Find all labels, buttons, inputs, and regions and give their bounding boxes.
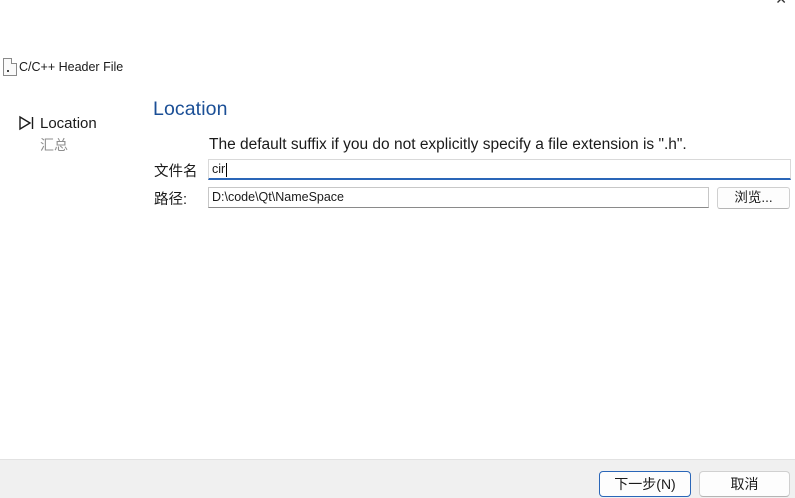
cancel-button[interactable]: 取消	[699, 471, 790, 497]
path-value: D:\code\Qt\NameSpace	[212, 190, 345, 204]
page-title: Location	[153, 98, 228, 120]
next-button[interactable]: 下一步(N)	[599, 471, 691, 497]
path-input[interactable]: D:\code\Qt\NameSpace	[208, 187, 709, 208]
step-summary[interactable]: 汇总	[18, 134, 97, 156]
wizard-steps: Location 汇总	[18, 112, 97, 156]
step-location-label: Location	[40, 114, 97, 132]
step-location[interactable]: Location	[18, 112, 97, 134]
filename-input[interactable]: cir	[208, 159, 791, 180]
close-icon[interactable]: ✕	[775, 0, 787, 8]
filename-value: cir	[212, 162, 226, 176]
suffix-hint: The default suffix if you do not explici…	[209, 136, 687, 153]
path-label: 路径:	[154, 192, 188, 208]
wizard-header: C/C++ Header File	[3, 57, 123, 77]
file-icon	[3, 58, 17, 76]
filename-label: 文件名	[154, 164, 198, 180]
wizard-title: C/C++ Header File	[19, 60, 124, 74]
text-caret	[226, 162, 228, 177]
browse-button[interactable]: 浏览...	[717, 187, 790, 209]
step-arrow-icon	[19, 115, 34, 131]
new-file-wizard: ✕ C/C++ Header File Location 汇总 Location…	[0, 0, 795, 498]
